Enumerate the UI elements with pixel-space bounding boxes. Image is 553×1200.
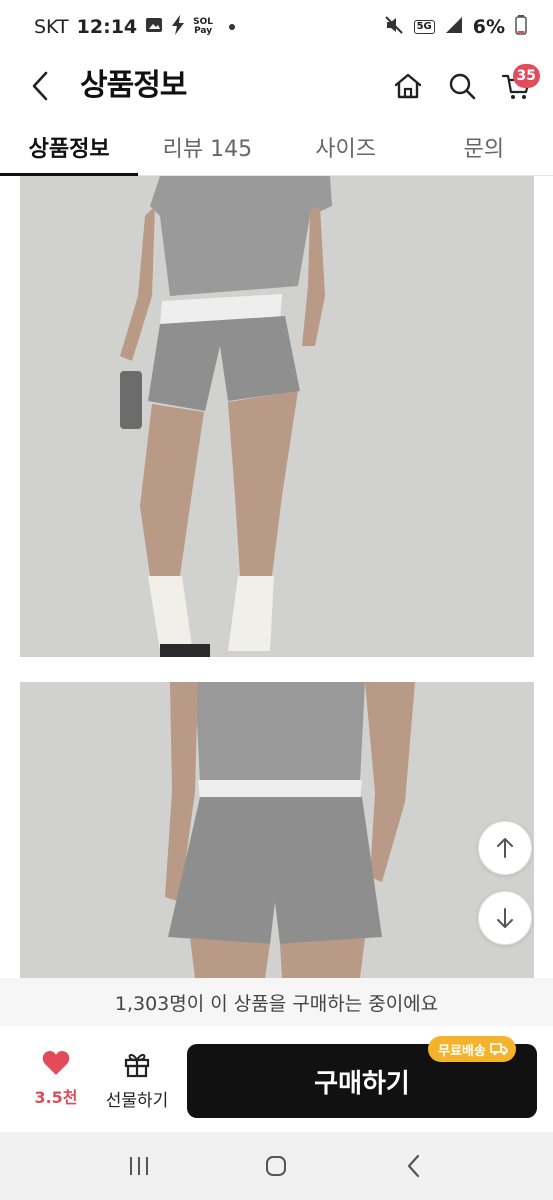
like-button[interactable]: 3.5천 [24,1050,88,1108]
home-nav-icon [266,1156,287,1176]
product-tabs: 상품정보 리뷰 145 사이즈 문의 [0,118,553,176]
home-nav-button[interactable] [256,1146,296,1186]
gallery-notification-icon [145,16,163,39]
back-nav-button[interactable] [394,1146,434,1186]
tab-inquiry[interactable]: 문의 [415,118,553,175]
buy-button-label: 구매하기 [314,1068,410,1099]
bolt-notification-icon [171,14,185,40]
purchase-activity-notice: 1,303명이 이 상품을 구매하는 중이에요 [0,978,553,1026]
truck-icon [490,1043,508,1056]
recent-apps-icon [129,1157,148,1175]
battery-percent: 6% [472,16,505,38]
heart-icon [42,1051,70,1075]
carrier-label: SKT [34,16,69,38]
clock: 12:14 [76,16,138,38]
signal-icon [445,16,463,39]
more-notifications-dot [229,24,236,30]
cart-count-badge: 35 [512,64,540,88]
back-nav-icon [408,1154,420,1178]
sol-pay-bottom-text: Pay [194,26,213,36]
search-icon [449,73,476,100]
purchase-activity-text: 1,303명이 이 상품을 구매하는 중이에요 [114,992,439,1015]
mute-icon [384,15,404,40]
arrow-up-icon [497,838,513,858]
system-nav-bar [0,1132,553,1200]
status-bar: SKT 12:14 SOL Pay 5G 6% [0,0,553,54]
tab-reviews[interactable]: 리뷰 145 [138,118,276,175]
network-5g-icon: 5G [413,20,435,34]
tab-product-info[interactable]: 상품정보 [0,118,139,176]
gift-button[interactable]: 선물하기 [100,1050,174,1111]
app-header: 상품정보 35 [0,54,553,118]
gift-label: 선물하기 [105,1091,169,1111]
sol-pay-icon: SOL Pay [193,18,213,36]
page-title: 상품정보 [80,68,187,103]
arrow-down-icon [497,908,513,928]
free-shipping-label: 무료배송 [438,1043,486,1059]
like-count: 3.5천 [34,1088,78,1107]
product-photo-1 [20,176,534,657]
chevron-left-icon [32,71,48,101]
scroll-down-button[interactable] [478,891,532,945]
tab-size[interactable]: 사이즈 [277,118,415,175]
cart-button[interactable]: 35 [494,62,540,110]
home-icon [394,73,422,99]
recent-apps-button[interactable] [119,1146,159,1186]
battery-icon [515,14,527,40]
free-shipping-badge: 무료배송 [428,1036,516,1062]
home-button[interactable] [386,62,430,110]
search-button[interactable] [440,62,484,110]
scroll-up-button[interactable] [478,821,532,875]
gift-icon [124,1053,150,1078]
back-button[interactable] [22,64,58,108]
purchase-action-bar: 3.5천 선물하기 구매하기 무료배송 [0,1026,553,1132]
product-photo-2 [20,682,534,978]
